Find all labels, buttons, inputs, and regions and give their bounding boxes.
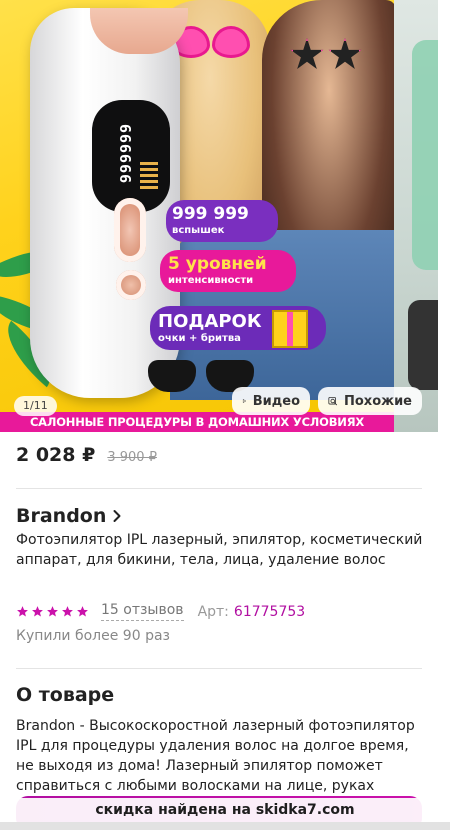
device-power-button xyxy=(116,270,146,300)
banner-strip: САЛОННЫЕ ПРОЦЕДУРЫ В ДОМАШНИХ УСЛОВИЯХ xyxy=(0,412,394,432)
divider xyxy=(16,668,422,669)
star-icon xyxy=(32,606,43,617)
play-icon xyxy=(242,399,247,403)
price-block: 2 028 ₽ 3 900 ₽ xyxy=(16,444,157,466)
device-screen: 999999 xyxy=(92,100,170,212)
promo-banner[interactable]: скидка найдена на skidka7.com xyxy=(0,798,450,822)
similar-button[interactable]: Похожие xyxy=(318,387,422,415)
brand-link[interactable]: Brandon xyxy=(16,505,122,527)
product-image-gallery[interactable]: 999999 999 999 вспышек 5 уровней интенси… xyxy=(0,0,438,432)
rating-row: 15 отзывов Арт: 61775753 xyxy=(16,602,305,621)
chevron-right-icon xyxy=(113,510,121,522)
levels-badge: 5 уровней интенсивности xyxy=(160,250,296,292)
divider xyxy=(16,488,422,489)
article-number[interactable]: 61775753 xyxy=(234,604,305,620)
video-button[interactable]: Видео xyxy=(232,387,310,415)
reviews-link[interactable]: 15 отзывов xyxy=(101,602,184,621)
product-description: Brandon - Высокоскоростной лазерный фото… xyxy=(16,718,415,794)
product-title: Фотоэпилятор IPL лазерный, эпилятор, кос… xyxy=(16,532,423,568)
next-slide-accessory xyxy=(408,300,438,390)
next-slide-device xyxy=(412,40,438,270)
gift-box-icon xyxy=(272,310,308,348)
star-icon xyxy=(77,606,88,617)
product-image-next[interactable] xyxy=(394,0,438,432)
star-glasses-icon xyxy=(290,38,362,69)
similar-search-icon xyxy=(328,396,338,406)
gallery-counter: 1/11 xyxy=(14,396,57,416)
levels-label: интенсивности xyxy=(168,275,254,286)
device-lamp-head xyxy=(90,8,188,54)
current-price: 2 028 ₽ xyxy=(16,444,96,466)
similar-button-label: Похожие xyxy=(344,393,412,409)
article-label: Арт: xyxy=(197,603,229,620)
star-icon xyxy=(17,606,28,617)
device-level-bars-icon xyxy=(140,162,158,190)
rating-stars[interactable] xyxy=(16,605,89,618)
about-section-title: О товаре xyxy=(16,684,115,706)
old-price: 3 900 ₽ xyxy=(107,450,157,465)
levels-count: 5 уровней xyxy=(168,254,267,274)
flashes-badge: 999 999 вспышек xyxy=(166,200,278,242)
star-icon xyxy=(47,606,58,617)
video-button-label: Видео xyxy=(252,393,300,409)
brand-name: Brandon xyxy=(16,505,107,527)
device-screen-digits: 999999 xyxy=(117,122,136,184)
star-icon xyxy=(62,606,73,617)
flashes-count: 999 999 xyxy=(172,204,249,224)
device-flash-button xyxy=(114,198,146,262)
bottom-bar xyxy=(0,822,450,830)
purchase-count: Купили более 90 раз xyxy=(16,628,170,644)
product-image-main[interactable]: 999999 999 999 вспышек 5 уровней интенси… xyxy=(0,0,394,432)
flashes-label: вспышек xyxy=(172,225,225,236)
